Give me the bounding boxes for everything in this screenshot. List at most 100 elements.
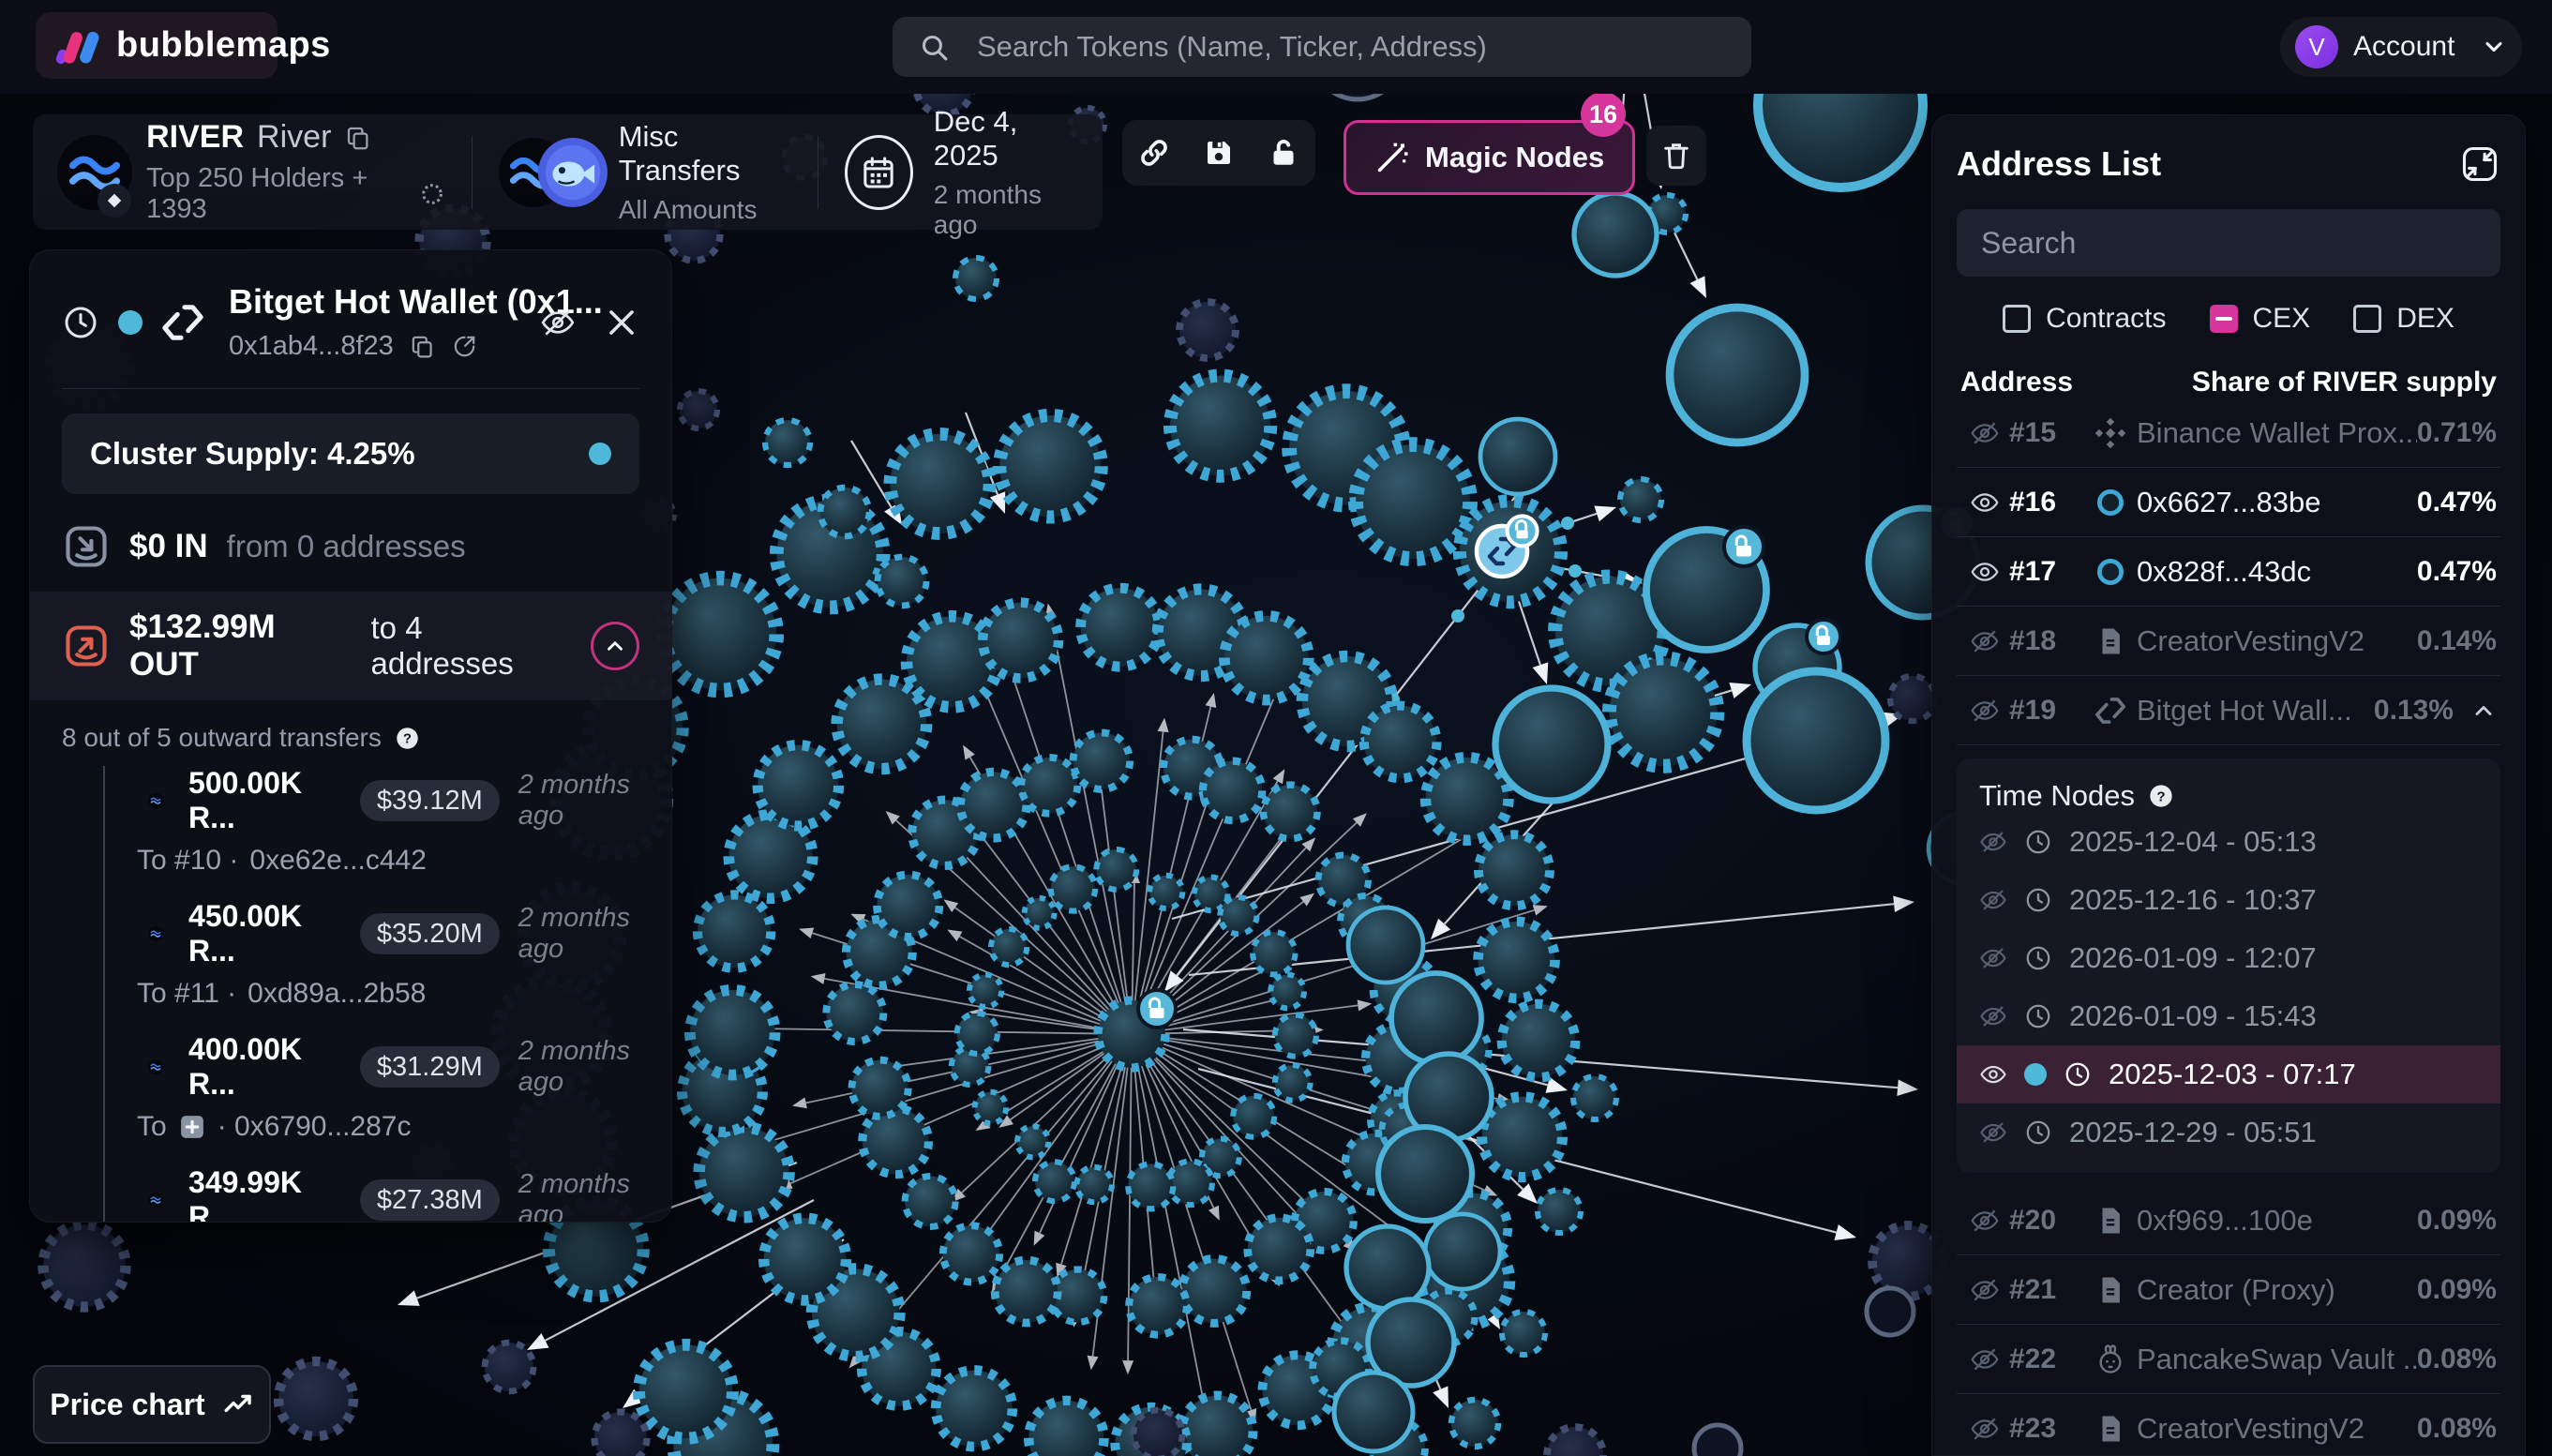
checkbox-unchecked[interactable] bbox=[2353, 305, 2381, 333]
time-nodes-title: Time Nodes bbox=[1979, 779, 2135, 813]
eye-off-icon[interactable] bbox=[1979, 1002, 2007, 1030]
snapshot-date[interactable]: Dec 4, 2025 2 months ago bbox=[845, 105, 1078, 240]
eye-off-icon[interactable] bbox=[1979, 1118, 2007, 1147]
eye-off-icon[interactable] bbox=[1960, 418, 2009, 448]
active-node-dot bbox=[2024, 1063, 2047, 1086]
close-icon[interactable] bbox=[604, 305, 639, 340]
outflow-row[interactable]: $132.99M OUT to 4 addresses bbox=[30, 592, 671, 700]
address-row[interactable]: #23CreatorVestingV20.08% bbox=[1957, 1394, 2500, 1456]
token-symbol: RIVER bbox=[146, 119, 244, 156]
address-rank: #16 bbox=[2009, 487, 2084, 518]
address-rank: #20 bbox=[2009, 1205, 2084, 1237]
token-info-bar: RIVER River Top 250 Holders + 1393 Misc … bbox=[33, 114, 1103, 230]
address-row[interactable]: #19Bitget Hot Wall...0.13% bbox=[1957, 676, 2500, 745]
address-share: 0.13% bbox=[2374, 695, 2454, 727]
misc-transfers-icon bbox=[499, 136, 598, 209]
time-node-row[interactable]: 2025-12-16 - 10:37 bbox=[1957, 871, 2500, 929]
inflow-icon bbox=[62, 522, 111, 571]
time-node-row[interactable]: 2025-12-29 - 05:51 bbox=[1957, 1103, 2500, 1162]
transfer-mode-subtitle: All Amounts bbox=[619, 195, 791, 225]
filter-label: DEX bbox=[2396, 303, 2454, 335]
column-share: Share of RIVER supply bbox=[2192, 367, 2497, 398]
plus-icon bbox=[178, 1113, 206, 1141]
unlock-icon[interactable] bbox=[1267, 136, 1300, 170]
filter-cex[interactable]: CEX bbox=[2210, 303, 2311, 335]
chevron-up-icon[interactable] bbox=[2470, 698, 2497, 724]
eye-off-icon[interactable] bbox=[1960, 1344, 2009, 1374]
top-bar: bubblemaps V Account bbox=[0, 0, 2552, 94]
address-rank: #22 bbox=[2009, 1343, 2084, 1375]
time-node-row[interactable]: 2026-01-09 - 12:07 bbox=[1957, 929, 2500, 987]
address-row[interactable]: #160x6627...83be0.47% bbox=[1957, 468, 2500, 537]
clear-map-button[interactable] bbox=[1646, 126, 1706, 186]
eye-off-icon[interactable] bbox=[1960, 1206, 2009, 1236]
eye-icon[interactable] bbox=[1960, 488, 2009, 518]
checkbox-indeterminate[interactable] bbox=[2210, 305, 2238, 333]
copy-icon[interactable] bbox=[409, 333, 436, 360]
transfer-destination[interactable]: To #10 ·0xe62e...c442 bbox=[137, 845, 671, 877]
brand-name: bubblemaps bbox=[116, 25, 331, 66]
price-chart-button[interactable]: Price chart bbox=[33, 1365, 271, 1444]
address-name: Bitget Hot Wall... bbox=[2137, 694, 2374, 728]
transfer-item[interactable]: 349.99K R...$27.38M2 months agoTo· 0xd49… bbox=[137, 1165, 671, 1223]
share-link-icon[interactable] bbox=[1137, 136, 1171, 170]
hide-node-eye-off-icon[interactable] bbox=[540, 305, 576, 340]
address-row[interactable]: #170x828f...43dc0.47% bbox=[1957, 537, 2500, 607]
token-summary[interactable]: RIVER River Top 250 Holders + 1393 bbox=[57, 119, 445, 225]
outflow-icon bbox=[62, 622, 111, 670]
time-node-row[interactable]: 2025-12-03 - 07:17 bbox=[1957, 1045, 2500, 1103]
save-icon[interactable] bbox=[1202, 136, 1236, 170]
token-name: River bbox=[257, 119, 331, 156]
collapse-outflows-button[interactable] bbox=[591, 622, 639, 670]
eye-icon[interactable] bbox=[1960, 557, 2009, 587]
eye-off-icon[interactable] bbox=[1960, 1275, 2009, 1305]
eye-off-icon[interactable] bbox=[1960, 1414, 2009, 1444]
address-row[interactable]: #15Binance Wallet Prox...0.71% bbox=[1957, 398, 2500, 468]
transfer-item[interactable]: 500.00K R...$39.12M2 months agoTo #10 ·0… bbox=[137, 766, 671, 877]
account-menu[interactable]: V Account bbox=[2280, 17, 2522, 77]
address-row[interactable]: #21Creator (Proxy)0.09% bbox=[1957, 1255, 2500, 1325]
transfer-item[interactable]: 450.00K R...$35.20M2 months agoTo #11 ·0… bbox=[137, 899, 671, 1010]
help-icon[interactable]: ? bbox=[2148, 783, 2174, 809]
external-link-icon[interactable] bbox=[451, 333, 478, 360]
eye-off-icon[interactable] bbox=[1979, 828, 2007, 856]
address-search-input[interactable] bbox=[1957, 209, 2500, 277]
magic-wand-icon bbox=[1374, 140, 1410, 175]
cluster-supply-label: Cluster Supply: 4.25% bbox=[90, 436, 589, 472]
contract-icon bbox=[2084, 625, 2137, 657]
eye-off-icon[interactable] bbox=[1960, 696, 2009, 726]
inflow-note: from 0 addresses bbox=[227, 529, 466, 564]
address-row[interactable]: #200xf969...100e0.09% bbox=[1957, 1186, 2500, 1255]
help-icon[interactable]: ? bbox=[395, 726, 420, 751]
binance-icon bbox=[2084, 417, 2137, 449]
clock-icon bbox=[2024, 886, 2052, 914]
eye-off-icon[interactable] bbox=[1979, 944, 2007, 972]
filter-dex[interactable]: DEX bbox=[2353, 303, 2454, 335]
address-row[interactable]: #22PancakeSwap Vault ...0.08% bbox=[1957, 1325, 2500, 1394]
transfer-destination[interactable]: To #11 ·0xd89a...2b58 bbox=[137, 978, 671, 1010]
time-node-row[interactable]: 2026-01-09 - 15:43 bbox=[1957, 987, 2500, 1045]
transfer-item[interactable]: 400.00K R...$31.29M2 months agoTo· 0x679… bbox=[137, 1032, 671, 1143]
collapse-panel-icon[interactable] bbox=[2459, 143, 2500, 185]
chevron-up-icon bbox=[603, 634, 627, 658]
eye-icon[interactable] bbox=[1979, 1060, 2007, 1088]
time-node-datetime: 2025-12-29 - 05:51 bbox=[2069, 1116, 2317, 1149]
holders-summary[interactable]: Top 250 Holders + 1393 bbox=[146, 163, 408, 225]
transfer-amount: 400.00K R... bbox=[188, 1032, 345, 1102]
transfer-mode[interactable]: Misc Transfers All Amounts bbox=[499, 120, 791, 225]
brand-logo[interactable]: bubblemaps bbox=[36, 12, 278, 79]
filter-contracts[interactable]: Contracts bbox=[2003, 303, 2166, 335]
column-address: Address bbox=[1960, 367, 2192, 398]
transfer-amount: 450.00K R... bbox=[188, 899, 345, 968]
address-row[interactable]: #18CreatorVestingV20.14% bbox=[1957, 607, 2500, 676]
copy-icon[interactable] bbox=[344, 124, 372, 152]
eye-off-icon[interactable] bbox=[1960, 626, 2009, 656]
wallet-title: Bitget Hot Wallet (0x1... bbox=[229, 282, 521, 322]
eye-off-icon[interactable] bbox=[1979, 886, 2007, 914]
time-node-row[interactable]: 2025-12-04 - 05:13 bbox=[1957, 813, 2500, 871]
bubble-icon bbox=[2084, 487, 2137, 518]
checkbox-unchecked[interactable] bbox=[2003, 305, 2031, 333]
token-search-input[interactable] bbox=[893, 17, 1751, 77]
bitget-icon bbox=[2084, 695, 2137, 727]
transfer-destination[interactable]: To· 0x6790...287c bbox=[137, 1111, 671, 1143]
